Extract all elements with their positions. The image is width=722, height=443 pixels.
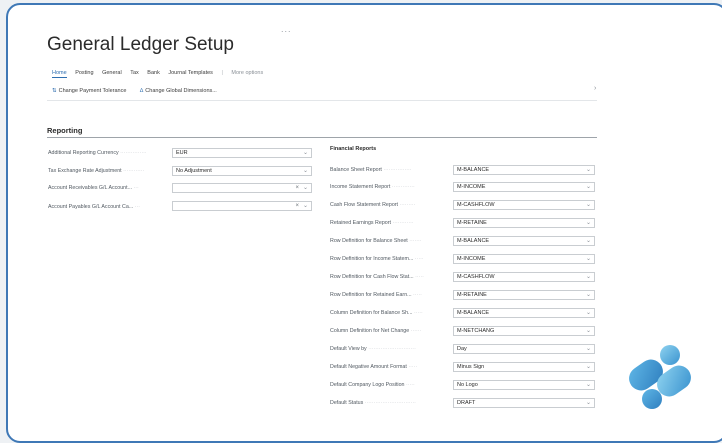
label-retained-earnings-report: Retained Earnings Report ············ xyxy=(330,220,414,226)
default-view-by-select[interactable]: Day ⌄ xyxy=(453,344,595,354)
label-column-def-net-change: Column Definition for Net Change ······ xyxy=(330,328,422,334)
tab-general[interactable]: General xyxy=(102,70,122,76)
account-receivables-lookup[interactable]: × ⌄ xyxy=(172,183,312,193)
label-row-def-retained-earnings: Row Definition for Retained Earn... ····… xyxy=(330,292,422,298)
account-payables-lookup[interactable]: × ⌄ xyxy=(172,201,312,211)
label-account-payables: Account Payables G/L Account Ca... ··· xyxy=(48,204,140,210)
financial-reports-title: Financial Reports xyxy=(330,146,377,152)
balance-sheet-report-select[interactable]: M-BALANCE ⌄ xyxy=(453,165,595,175)
row-def-retained-earnings-select[interactable]: M-RETAINE ⌄ xyxy=(453,290,595,300)
action-divider xyxy=(47,100,597,101)
default-status-select[interactable]: DRAFT ⌄ xyxy=(453,398,595,408)
label-cash-flow-statement-report: Cash Flow Statement Report ········· xyxy=(330,202,416,208)
tab-journal-templates[interactable]: Journal Templates xyxy=(168,70,213,76)
tab-bar: Home Posting General Tax Bank Journal Te… xyxy=(52,70,270,78)
business-central-logo-icon xyxy=(629,345,691,409)
change-global-dimensions-button[interactable]: ∆ Change Global Dimensions... xyxy=(140,88,217,94)
chevron-down-icon: ⌄ xyxy=(585,346,591,352)
income-statement-report-select[interactable]: M-INCOME ⌄ xyxy=(453,182,595,192)
chevron-down-icon: ⌄ xyxy=(302,203,308,209)
column-def-net-change-select[interactable]: M-NETCHANG ⌄ xyxy=(453,326,595,336)
change-global-dimensions-label: Change Global Dimensions... xyxy=(145,88,217,94)
label-income-statement-report: Income Statement Report ············· xyxy=(330,184,415,190)
label-additional-reporting-currency: Additional Reporting Currency ··········… xyxy=(48,150,147,156)
section-divider xyxy=(47,137,597,138)
chevron-down-icon: ⌄ xyxy=(585,220,591,226)
chevron-down-icon: ⌄ xyxy=(585,238,591,244)
change-payment-tolerance-label: Change Payment Tolerance xyxy=(58,88,127,94)
label-tax-exchange-rate-adjustment: Tax Exchange Rate Adjustment ···········… xyxy=(48,168,145,174)
tab-bank[interactable]: Bank xyxy=(147,70,160,76)
row-def-balance-sheet-select[interactable]: M-BALANCE ⌄ xyxy=(453,236,595,246)
chevron-down-icon: ⌄ xyxy=(302,185,308,191)
change-payment-tolerance-button[interactable]: ⇅ Change Payment Tolerance xyxy=(52,88,126,94)
label-column-def-balance-sheet: Column Definition for Balance Sh... ····… xyxy=(330,310,423,316)
chevron-down-icon: ⌄ xyxy=(585,328,591,334)
clear-icon[interactable]: × xyxy=(295,184,299,192)
chevron-down-icon: ⌄ xyxy=(585,274,591,280)
chevron-down-icon: ⌄ xyxy=(585,382,591,388)
label-default-company-logo-position: Default Company Logo Position ····· xyxy=(330,382,415,388)
chevron-down-icon: ⌄ xyxy=(585,184,591,190)
tab-more-options[interactable]: More options xyxy=(231,70,263,76)
cash-flow-statement-report-select[interactable]: M-CASHFLOW ⌄ xyxy=(453,200,595,210)
label-default-status: Default Status ·························… xyxy=(330,400,416,406)
tax-exchange-rate-adjustment-select[interactable]: No Adjustment ⌄ xyxy=(172,166,312,176)
dimensions-icon: ∆ xyxy=(139,88,144,94)
tab-home[interactable]: Home xyxy=(52,70,67,78)
chevron-down-icon: ⌄ xyxy=(302,150,308,156)
chevron-right-icon[interactable]: › xyxy=(594,85,596,92)
chevron-down-icon: ⌄ xyxy=(585,400,591,406)
label-row-def-balance-sheet: Row Definition for Balance Sheet ······· xyxy=(330,238,422,244)
default-negative-amount-format-select[interactable]: Minus Sign ⌄ xyxy=(453,362,595,372)
chevron-down-icon: ⌄ xyxy=(585,310,591,316)
label-default-negative-amount-format: Default Negative Amount Format ····· xyxy=(330,364,418,370)
default-company-logo-position-select[interactable]: No Logo ⌄ xyxy=(453,380,595,390)
chevron-down-icon: ⌄ xyxy=(585,256,591,262)
chevron-down-icon: ⌄ xyxy=(585,167,591,173)
tolerance-icon: ⇅ xyxy=(52,88,57,94)
chevron-down-icon: ⌄ xyxy=(585,364,591,370)
retained-earnings-report-select[interactable]: M-RETAINE ⌄ xyxy=(453,218,595,228)
row-def-income-statement-select[interactable]: M-INCOME ⌄ xyxy=(453,254,595,264)
tab-separator: | xyxy=(221,70,223,76)
chevron-down-icon: ⌄ xyxy=(585,292,591,298)
chevron-down-icon: ⌄ xyxy=(585,202,591,208)
tab-posting[interactable]: Posting xyxy=(75,70,93,76)
label-balance-sheet-report: Balance Sheet Report ················ xyxy=(330,167,412,173)
drag-handle[interactable]: ... xyxy=(281,24,292,34)
label-default-view-by: Default View by ························… xyxy=(330,346,416,352)
reporting-section-title: Reporting xyxy=(47,126,83,135)
clear-icon[interactable]: × xyxy=(295,202,299,210)
action-bar: ⇅ Change Payment Tolerance ∆ Change Global… xyxy=(52,88,229,94)
label-row-def-cash-flow: Row Definition for Cash Flow Stat... ···… xyxy=(330,274,424,280)
tab-tax[interactable]: Tax xyxy=(130,70,139,76)
chevron-down-icon: ⌄ xyxy=(302,168,308,174)
page-title: General Ledger Setup xyxy=(47,34,234,55)
additional-reporting-currency-select[interactable]: EUR ⌄ xyxy=(172,148,312,158)
label-account-receivables: Account Receivables G/L Account... ··· xyxy=(48,185,139,191)
row-def-cash-flow-select[interactable]: M-CASHFLOW ⌄ xyxy=(453,272,595,282)
label-row-def-income-statement: Row Definition for Income Statem... ····… xyxy=(330,256,424,262)
column-def-balance-sheet-select[interactable]: M-BALANCE ⌄ xyxy=(453,308,595,318)
